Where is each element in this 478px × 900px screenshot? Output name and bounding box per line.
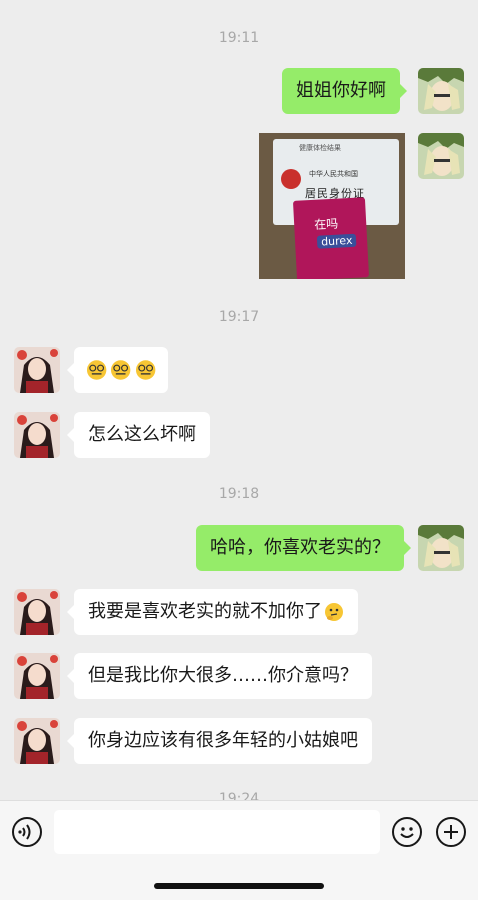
voice-button[interactable] [12, 817, 42, 847]
dizzy-face-emoji [111, 360, 131, 380]
plus-button[interactable] [436, 817, 466, 847]
contact-avatar[interactable] [14, 347, 60, 393]
contact-avatar[interactable] [14, 412, 60, 458]
condom-pack: 在吗 durex [292, 197, 370, 279]
emoji-button[interactable] [392, 817, 422, 847]
my-avatar[interactable] [418, 133, 464, 179]
my-avatar[interactable] [418, 525, 464, 571]
timestamp: 19:24 [218, 791, 260, 800]
dizzy-face-emoji [86, 360, 107, 380]
contact-avatar[interactable] [14, 589, 60, 635]
pack-brand: durex [316, 233, 357, 249]
received-message[interactable]: 但是我比你大很多……你介意吗？ [67, 653, 372, 699]
image-message[interactable]: 健康体检结果 中华人民共和国 居民身份证 在吗 durex [259, 133, 405, 279]
chat-area[interactable]: 19:11 姐姐你好啊 健康体检结果 中华人民共和国 居民身份证 在吗 dure… [0, 0, 478, 800]
contact-avatar[interactable] [14, 718, 60, 764]
message-text: 我要是喜欢老实的就不加你了 [88, 601, 322, 622]
my-avatar[interactable] [418, 68, 464, 114]
timestamp: 19:18 [218, 486, 260, 502]
received-message[interactable]: 我要是喜欢老实的就不加你了 [67, 589, 358, 635]
dizzy-face-emoji [135, 360, 156, 380]
emoji-icon [400, 827, 414, 838]
timestamp: 19:17 [218, 309, 260, 325]
received-emoji-message[interactable] [67, 347, 168, 393]
plus-icon [444, 825, 458, 839]
pack-text: 在吗 [313, 216, 339, 232]
contact-avatar[interactable] [14, 653, 60, 699]
card-title: 健康体检结果 [299, 144, 341, 152]
home-indicator[interactable] [154, 883, 324, 889]
card-line1: 中华人民共和国 [309, 170, 358, 178]
sent-message[interactable]: 姐姐你好啊 [282, 68, 407, 114]
thinking-face-emoji [325, 603, 343, 621]
message-input[interactable] [54, 810, 380, 854]
timestamp: 19:11 [218, 30, 260, 46]
received-message[interactable]: 怎么这么坏啊 [67, 412, 210, 458]
national-emblem-icon [281, 169, 301, 189]
received-message[interactable]: 你身边应该有很多年轻的小姑娘吧 [67, 718, 372, 764]
voice-icon [18, 824, 31, 840]
sent-message[interactable]: 哈哈，你喜欢老实的？ [196, 525, 411, 571]
